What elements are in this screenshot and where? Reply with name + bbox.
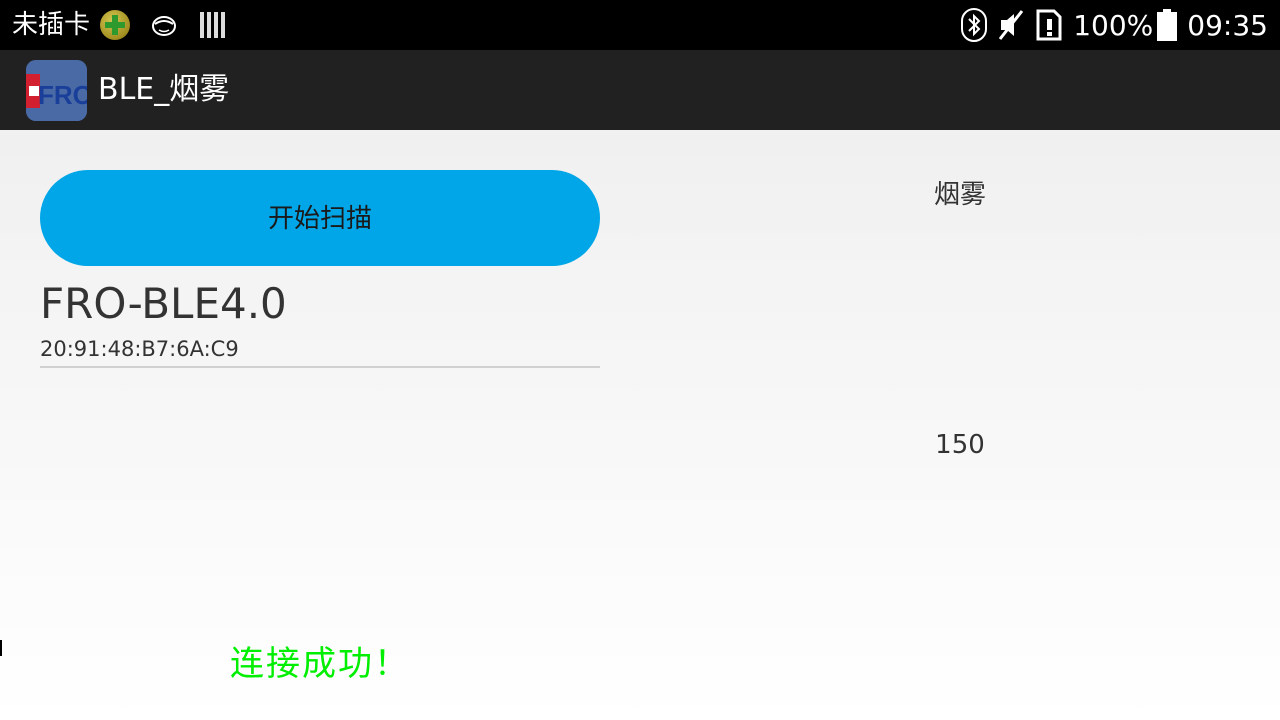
app-title: BLE_烟雾 [98, 72, 230, 107]
plus-circle-icon [100, 10, 131, 40]
sim-status-text: 未插卡 [12, 10, 91, 40]
connection-status: 连接成功！ [230, 644, 410, 684]
main-content: 开始扫描 FRO-BLE4.0 20:91:48:B7:6A:C9 烟雾 150… [0, 130, 1280, 720]
status-left: 未插卡 [12, 0, 226, 50]
device-address: 20:91:48:B7:6A:C9 [40, 337, 239, 361]
battery-percent: 100% [1073, 8, 1154, 42]
battery-icon [1157, 9, 1178, 41]
bars-icon [200, 12, 226, 38]
sensor-value: 150 [935, 430, 985, 460]
status-right: 100% 09:35 [961, 0, 1268, 50]
app-logo-icon: FRO [26, 60, 87, 121]
device-name: FRO-BLE4.0 [40, 279, 287, 328]
action-bar: FRO BLE_烟雾 [0, 50, 1280, 130]
mute-icon [999, 10, 1024, 40]
face-icon [152, 16, 177, 36]
text-cursor [0, 640, 2, 656]
start-scan-button[interactable]: 开始扫描 [40, 170, 600, 266]
sim-alert-icon [1036, 9, 1062, 41]
device-list-item[interactable]: FRO-BLE4.0 20:91:48:B7:6A:C9 [40, 274, 600, 368]
bluetooth-icon [961, 8, 988, 42]
clock: 09:35 [1187, 8, 1268, 42]
svg-text:FRO: FRO [38, 80, 87, 110]
sensor-label: 烟雾 [933, 180, 986, 210]
status-bar: 未插卡 100% 09:35 [0, 0, 1280, 50]
